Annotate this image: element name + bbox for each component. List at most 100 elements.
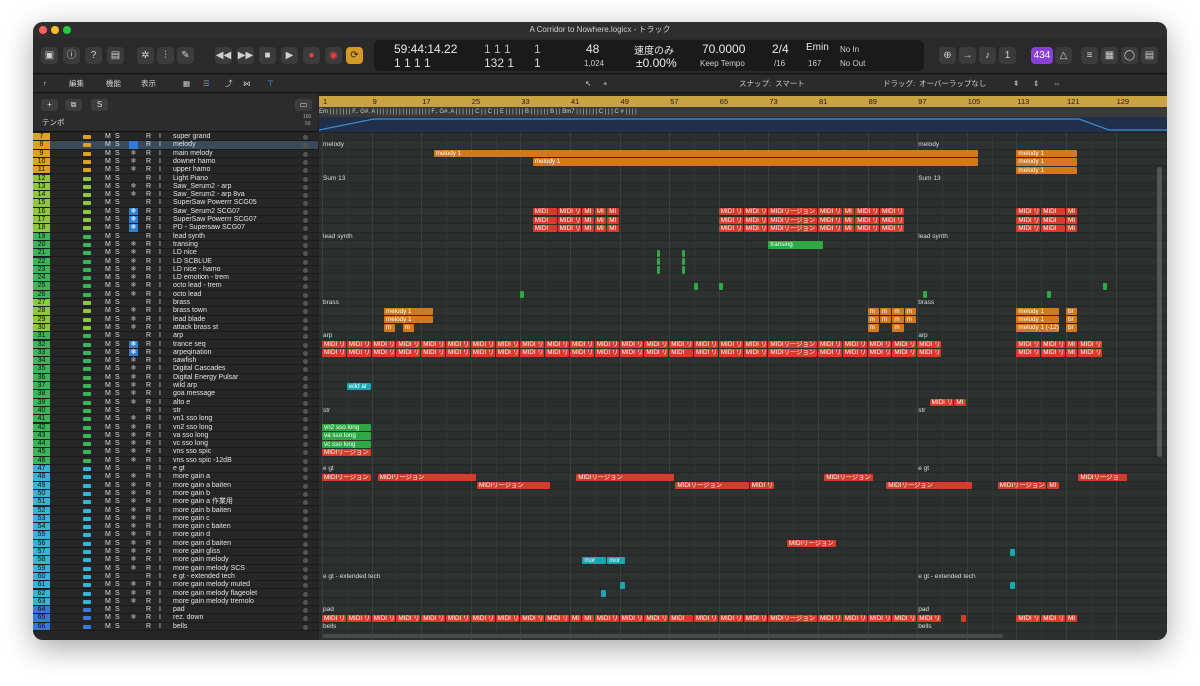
freeze-button[interactable]: ❄: [129, 448, 138, 455]
region[interactable]: [681, 266, 685, 274]
mute-button[interactable]: M: [105, 233, 111, 241]
region[interactable]: MIDIリージョン: [886, 482, 972, 490]
input-monitor-button[interactable]: I: [159, 208, 161, 216]
input-monitor-button[interactable]: I: [159, 623, 161, 631]
input-monitor-button[interactable]: I: [159, 473, 161, 481]
track-header-row[interactable]: 41 M S ❄ R Ivn1 sso long: [33, 415, 318, 424]
region[interactable]: MIDI リ: [1041, 349, 1065, 357]
region[interactable]: MIDI リ: [929, 399, 954, 407]
region[interactable]: MIDI リ: [917, 349, 941, 357]
record-enable-button[interactable]: R: [146, 490, 151, 498]
mute-button[interactable]: M: [105, 507, 111, 515]
region[interactable]: MIDI リ: [545, 614, 569, 623]
region[interactable]: MIDI リ: [1016, 216, 1041, 224]
freeze-button[interactable]: ❄: [129, 357, 138, 364]
region[interactable]: MIDI リ: [1016, 341, 1041, 349]
mute-button[interactable]: M: [105, 606, 111, 614]
track-header-row[interactable]: 10 M S ❄ R Idowner hamo: [33, 157, 318, 167]
mute-button[interactable]: M: [105, 448, 111, 456]
solo-button[interactable]: S: [115, 191, 120, 199]
track-header-row[interactable]: 48 M S ❄ R Imore gain a: [33, 473, 318, 482]
region[interactable]: MIDI リ: [743, 208, 768, 216]
folder-region-label[interactable]: e gt: [918, 465, 929, 472]
region[interactable]: MIDI リ: [718, 341, 743, 349]
region[interactable]: MIDIリージョン: [768, 208, 817, 216]
region[interactable]: MIDI リ: [743, 341, 768, 349]
smart-controls-icon[interactable]: ✲: [137, 47, 154, 64]
track-header-row[interactable]: 66 M S R Ibells: [33, 622, 318, 631]
track-header-row[interactable]: 54 M S ❄ R Imore gain c baiten: [33, 523, 318, 532]
region[interactable]: MIDIリージョン: [675, 482, 749, 490]
region[interactable]: MIDIリージョ: [1078, 473, 1127, 482]
mute-button[interactable]: M: [105, 424, 111, 432]
record-enable-button[interactable]: R: [146, 183, 151, 191]
input-monitor-button[interactable]: I: [159, 365, 161, 373]
track-header-row[interactable]: 45 M S ❄ R Ivns sso spic: [33, 448, 318, 457]
record-enable-button[interactable]: R: [146, 166, 151, 174]
input-monitor-button[interactable]: I: [159, 415, 161, 423]
region[interactable]: br: [1066, 324, 1078, 332]
input-monitor-button[interactable]: I: [159, 299, 161, 307]
region[interactable]: m: [880, 307, 892, 316]
region[interactable]: MIDIリージョン: [322, 473, 371, 482]
mute-button[interactable]: M: [105, 175, 111, 183]
region[interactable]: MIDI リ: [892, 614, 917, 623]
track-header-row[interactable]: 8 M S R Imelody: [33, 141, 318, 150]
record-enable-button[interactable]: R: [146, 241, 151, 249]
region[interactable]: MI: [582, 614, 594, 623]
mute-button[interactable]: M: [105, 208, 111, 216]
region[interactable]: MIDI リ: [346, 349, 371, 357]
record-enable-button[interactable]: R: [146, 498, 151, 506]
region[interactable]: MIDI リ: [371, 614, 396, 623]
track-header-row[interactable]: 43 M S ❄ R Iva sso long: [33, 431, 318, 441]
mute-button[interactable]: M: [105, 548, 111, 556]
solo-button[interactable]: S: [115, 166, 120, 174]
freeze-button[interactable]: ❄: [129, 440, 138, 447]
region[interactable]: MIDIリージョン: [768, 341, 817, 349]
freeze-button[interactable]: ❄: [129, 565, 138, 572]
help-icon[interactable]: ?: [85, 47, 102, 64]
record-enable-button[interactable]: R: [146, 531, 151, 539]
track-header-row[interactable]: 31 M S R Iarp: [33, 332, 318, 341]
freeze-button[interactable]: ❄: [129, 540, 138, 547]
record-enable-button[interactable]: R: [146, 482, 151, 490]
record-enable-button[interactable]: R: [146, 158, 151, 166]
region[interactable]: [960, 614, 966, 623]
close-window-icon[interactable]: [39, 26, 47, 34]
region[interactable]: MIDI リ: [743, 216, 768, 224]
region[interactable]: [681, 258, 685, 266]
region[interactable]: MIDI: [1041, 224, 1065, 233]
solo-button[interactable]: S: [115, 432, 120, 440]
input-monitor-button[interactable]: I: [159, 357, 161, 365]
bar-ruler[interactable]: 1 9 17 25 33 41 49 57 65 73 81 89 97 105 113 121 129: [319, 96, 1167, 107]
mute-button[interactable]: M: [105, 515, 111, 523]
input-monitor-button[interactable]: I: [159, 432, 161, 440]
region[interactable]: MIDI: [532, 224, 557, 233]
region[interactable]: transing: [768, 241, 824, 249]
freeze-button[interactable]: ❄: [129, 166, 138, 173]
record-enable-button[interactable]: R: [146, 606, 151, 614]
input-monitor-button[interactable]: I: [159, 291, 161, 299]
record-enable-button[interactable]: R: [146, 365, 151, 373]
solo-button[interactable]: S: [115, 606, 120, 614]
region[interactable]: MIDI リ: [743, 224, 768, 233]
input-monitor-button[interactable]: I: [159, 573, 161, 581]
record-enable-button[interactable]: R: [146, 515, 151, 523]
solo-button[interactable]: S: [115, 133, 120, 141]
region[interactable]: MIDI リ: [644, 341, 669, 349]
mute-button[interactable]: M: [105, 523, 111, 531]
track-header-row[interactable]: 29 M S ❄ R Ilead blade: [33, 315, 318, 324]
track-header-row[interactable]: 37 M S ❄ R Iwild arp: [33, 382, 318, 391]
inspector-icon[interactable]: ⓘ: [63, 47, 80, 64]
region[interactable]: MIDI リ: [322, 349, 346, 357]
region[interactable]: MIDI リ: [818, 216, 842, 224]
solo-button[interactable]: S: [115, 365, 120, 373]
tempo-track[interactable]: [318, 117, 1167, 132]
record-enable-button[interactable]: R: [146, 399, 151, 407]
folder-region-label[interactable]: brass: [918, 299, 934, 306]
region[interactable]: MIDI リ: [446, 349, 470, 357]
solo-button[interactable]: S: [115, 224, 120, 232]
add-track-button[interactable]: +: [41, 99, 58, 111]
record-enable-button[interactable]: R: [146, 332, 151, 340]
solo-button[interactable]: S: [115, 415, 120, 423]
